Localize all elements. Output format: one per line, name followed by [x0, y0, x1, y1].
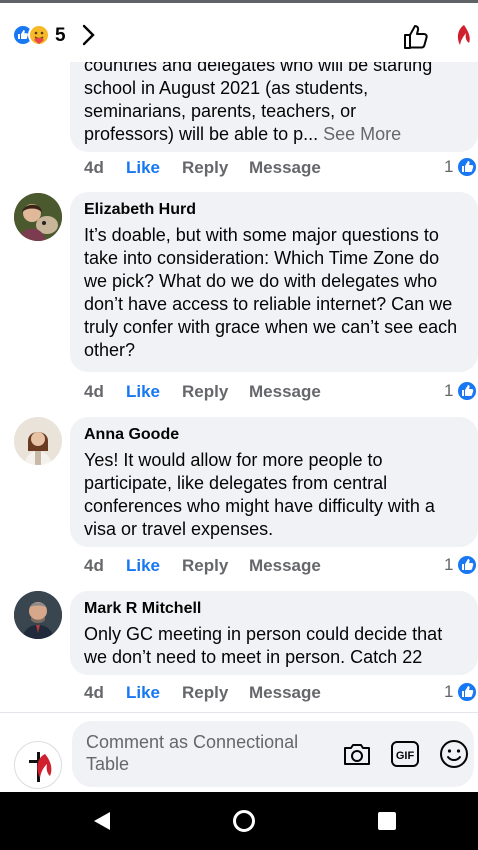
reaction-count: 1	[444, 555, 454, 574]
like-button[interactable]: Like	[126, 158, 160, 178]
comment-author[interactable]: Mark R Mitchell	[84, 599, 464, 619]
comment-line: professors) will be able to p...	[84, 124, 319, 144]
comment-text: Yes! It would allow for more people to p…	[84, 450, 435, 539]
camera-icon[interactable]	[342, 741, 372, 767]
comment-timestamp: 4d	[84, 158, 104, 177]
comment-input[interactable]: Comment as Connectional Table GIF	[72, 721, 474, 787]
page-avatar	[14, 741, 62, 789]
gif-icon[interactable]: GIF	[390, 739, 420, 769]
message-button[interactable]: Message	[249, 683, 321, 703]
comment-line: seminarians, parents, teachers, or	[84, 101, 357, 121]
reply-button[interactable]: Reply	[182, 683, 228, 703]
comment-timestamp: 4d	[84, 382, 104, 401]
comment-bubble[interactable]: Elizabeth Hurd It’s doable, but with som…	[70, 192, 478, 372]
message-button[interactable]: Message	[249, 382, 321, 402]
reaction-badge[interactable]: 1	[442, 554, 478, 578]
comments-list: countries and delegates who will be star…	[0, 0, 478, 712]
like-button[interactable]: Like	[126, 556, 160, 576]
reaction-badge[interactable]: 1	[442, 380, 478, 404]
like-icon	[456, 554, 478, 576]
reactions-summary[interactable]	[12, 23, 52, 47]
message-button[interactable]: Message	[249, 556, 321, 576]
thumbs-up-outline-icon[interactable]	[402, 23, 432, 51]
comment-placeholder: Comment as Connectional Table	[86, 732, 299, 774]
comment-text: It’s doable, but with some major questio…	[84, 225, 458, 360]
recents-icon[interactable]	[377, 811, 397, 831]
reactions-header: 5	[0, 0, 478, 62]
back-icon[interactable]	[92, 810, 112, 832]
reaction-total: 5	[55, 25, 66, 46]
emoji-icon[interactable]	[438, 738, 470, 770]
comment-timestamp: 4d	[84, 683, 104, 702]
reaction-count: 1	[444, 682, 454, 701]
comment-text: Only GC meeting in person could decide t…	[84, 624, 443, 667]
reply-button[interactable]: Reply	[182, 556, 228, 576]
avatar[interactable]	[14, 591, 62, 639]
cross-and-flame-logo[interactable]	[452, 21, 478, 51]
like-icon	[456, 681, 478, 703]
message-button[interactable]: Message	[249, 158, 321, 178]
reaction-badge[interactable]: 1	[442, 156, 478, 180]
comment-line: school in August 2021 (as students,	[84, 78, 369, 98]
comment-author[interactable]: Anna Goode	[84, 425, 464, 445]
comment-composer: Comment as Connectional Table GIF	[0, 712, 478, 792]
comment-bubble[interactable]: Mark R Mitchell Only GC meeting in perso…	[70, 591, 478, 675]
see-more-link[interactable]: See More	[323, 124, 401, 144]
avatar[interactable]	[14, 417, 62, 465]
home-icon[interactable]	[232, 809, 256, 833]
comment-bubble[interactable]: Anna Goode Yes! It would allow for more …	[70, 417, 478, 547]
comment-author[interactable]: Elizabeth Hurd	[84, 200, 464, 220]
svg-text:GIF: GIF	[396, 750, 415, 762]
like-icon	[456, 380, 478, 402]
like-button[interactable]: Like	[126, 683, 160, 703]
comment-text: countries and delegates who will be star…	[84, 54, 464, 146]
like-button[interactable]: Like	[126, 382, 160, 402]
chevron-right-icon[interactable]	[78, 23, 100, 47]
reaction-count: 1	[444, 381, 454, 400]
like-icon	[456, 156, 478, 178]
reply-button[interactable]: Reply	[182, 382, 228, 402]
reaction-count: 1	[444, 157, 454, 176]
reply-button[interactable]: Reply	[182, 158, 228, 178]
reaction-badge[interactable]: 1	[442, 681, 478, 705]
system-nav-bar	[0, 792, 478, 850]
avatar[interactable]	[14, 193, 62, 241]
comment-timestamp: 4d	[84, 556, 104, 575]
